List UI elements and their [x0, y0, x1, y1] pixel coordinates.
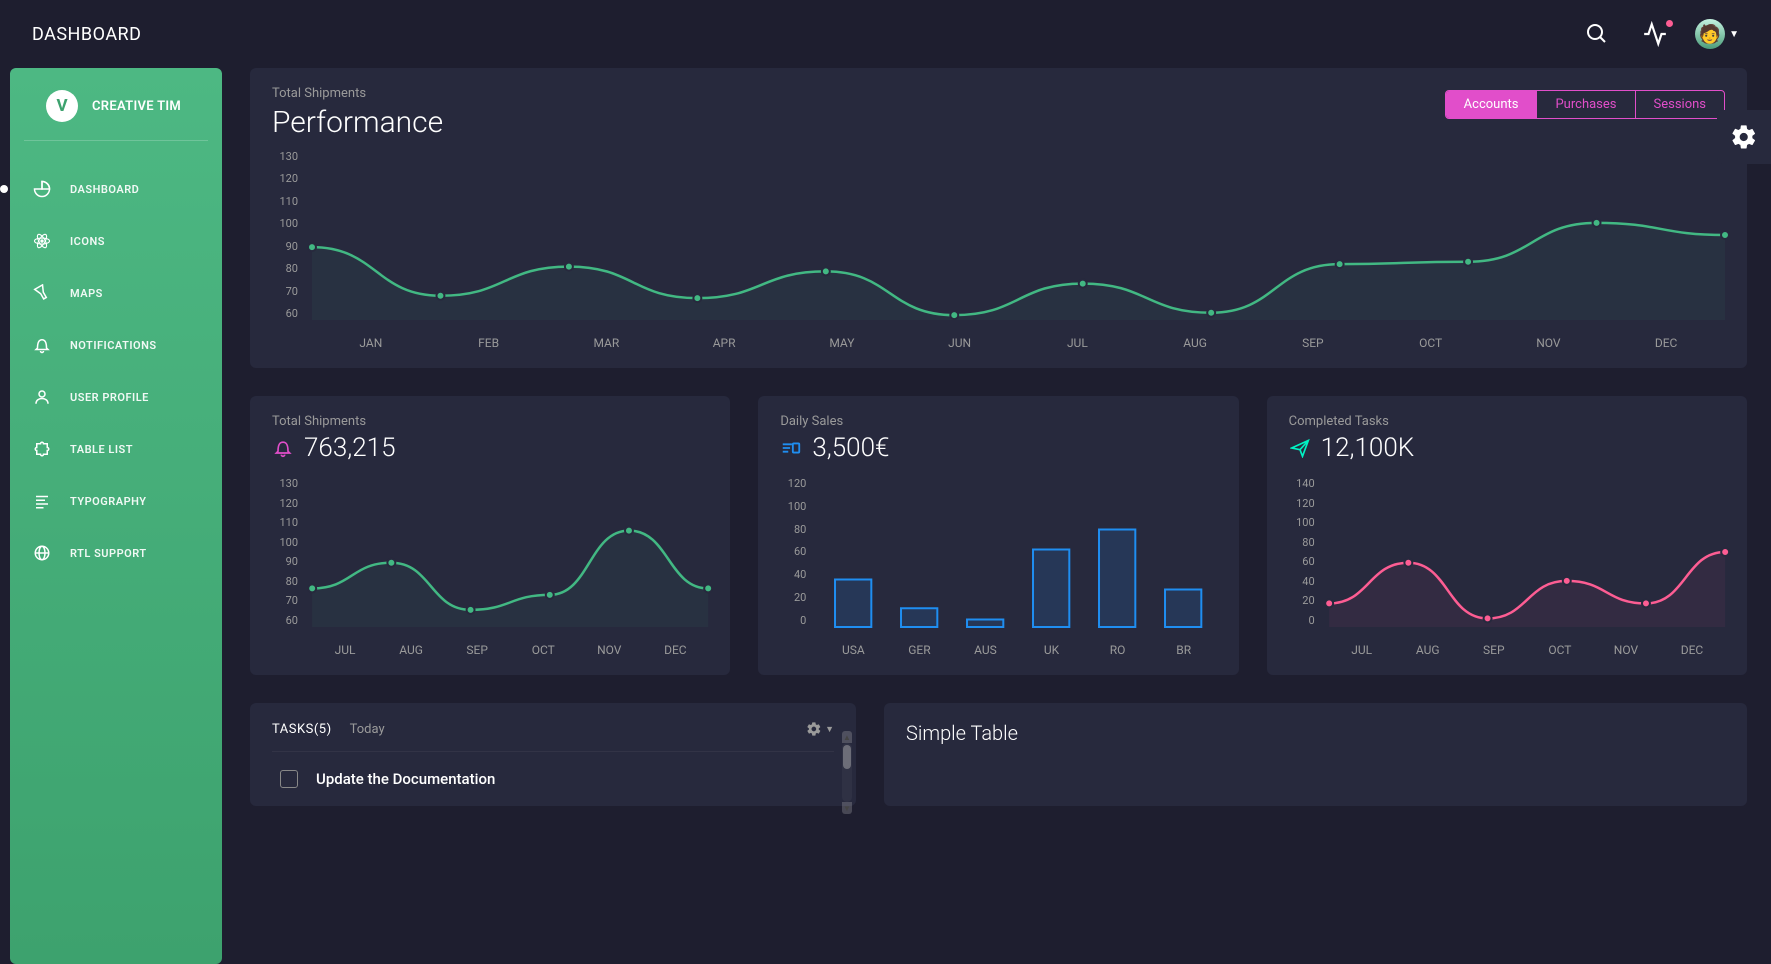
bell-icon [32, 335, 52, 355]
bell-icon [272, 437, 294, 459]
tab-sessions[interactable]: Sessions [1636, 91, 1725, 118]
scroll-down-button[interactable]: ▼ [842, 802, 852, 814]
sidebar-item-table-list[interactable]: TABLE LIST [10, 423, 222, 475]
atom-icon [32, 231, 52, 251]
completed-tasks-card: Completed Tasks 12,100K 1401201008060402… [1267, 396, 1747, 675]
avatar[interactable]: 🧑 [1695, 19, 1725, 49]
chart-tab-group: Accounts Purchases Sessions [1445, 90, 1725, 119]
shipments-card: Total Shipments 763,215 1301201101009080… [250, 396, 730, 675]
scroll-up-button[interactable]: ▲ [842, 731, 852, 743]
sales-card: Daily Sales 3,500€ 120100806040200 USAGE… [758, 396, 1238, 675]
avatar-caret-icon[interactable]: ▼ [1729, 29, 1739, 40]
user-icon [32, 387, 52, 407]
sidebar-item-label: MAPS [70, 287, 103, 300]
align-icon [32, 491, 52, 511]
notification-dot [1666, 20, 1673, 27]
puzzle-icon [32, 439, 52, 459]
sidebar-item-rtl-support[interactable]: RTL SUPPORT [10, 527, 222, 579]
sidebar: V CREATIVE TIM DASHBOARD ICONS MAPS NOTI… [10, 68, 222, 964]
sidebar-item-label: TYPOGRAPHY [70, 495, 147, 508]
activity-icon[interactable] [1635, 14, 1675, 54]
tasks-header: TASKS(5) [272, 722, 332, 737]
tasks-settings-button[interactable]: ▼ [806, 721, 834, 737]
simple-table-header: Simple Table [906, 721, 1725, 745]
completed-tasks-value: 12,100K [1321, 433, 1415, 463]
sidebar-item-label: DASHBOARD [70, 183, 139, 196]
brand-logo: V [46, 90, 78, 122]
shipments-chart: 13012011010090807060 JULAUGSEPOCTNOVDEC [272, 477, 708, 657]
tab-accounts[interactable]: Accounts [1446, 91, 1538, 118]
sidebar-item-dashboard[interactable]: DASHBOARD [10, 163, 222, 215]
sales-chart: 120100806040200 USAGERAUSUKROBR [780, 477, 1216, 657]
completed-tasks-subtitle: Completed Tasks [1289, 414, 1725, 429]
sidebar-item-label: RTL SUPPORT [70, 547, 147, 560]
performance-card: Total Shipments Performance Accounts Pur… [250, 68, 1747, 368]
brand-name: CREATIVE TIM [92, 99, 181, 114]
task-row: Update the Documentation [272, 751, 834, 796]
sales-subtitle: Daily Sales [780, 414, 1216, 429]
sidebar-item-label: TABLE LIST [70, 443, 133, 456]
tasks-scrollbar[interactable]: ▲ ▼ [842, 743, 852, 802]
pin-icon [32, 283, 52, 303]
sidebar-item-user-profile[interactable]: USER PROFILE [10, 371, 222, 423]
tasks-card: TASKS(5) Today ▼ Update the Documentatio… [250, 703, 856, 806]
send-icon [1289, 437, 1311, 459]
task-title: Update the Documentation [316, 770, 495, 788]
page-title: DASHBOARD [32, 24, 141, 45]
pie-chart-icon [32, 179, 52, 199]
settings-button[interactable] [1717, 110, 1771, 164]
sidebar-item-label: NOTIFICATIONS [70, 339, 157, 352]
shipments-value: 763,215 [304, 433, 396, 463]
sidebar-item-icons[interactable]: ICONS [10, 215, 222, 267]
tab-purchases[interactable]: Purchases [1537, 91, 1635, 118]
sidebar-item-maps[interactable]: MAPS [10, 267, 222, 319]
completed-tasks-chart: 140120100806040200 JULAUGSEPOCTNOVDEC [1289, 477, 1725, 657]
delivery-icon [780, 437, 802, 459]
task-checkbox[interactable] [280, 770, 298, 788]
sidebar-item-notifications[interactable]: NOTIFICATIONS [10, 319, 222, 371]
sales-value: 3,500€ [812, 433, 889, 463]
globe-icon [32, 543, 52, 563]
search-icon[interactable] [1577, 14, 1617, 54]
sidebar-item-typography[interactable]: TYPOGRAPHY [10, 475, 222, 527]
sidebar-item-label: ICONS [70, 235, 105, 248]
sidebar-item-label: USER PROFILE [70, 391, 149, 404]
tasks-today: Today [350, 722, 385, 737]
performance-chart: 13012011010090807060 JANFEBMARAPRMAYJUNJ… [272, 150, 1725, 350]
scrollbar-thumb[interactable] [843, 745, 851, 769]
shipments-subtitle: Total Shipments [272, 414, 708, 429]
brand[interactable]: V CREATIVE TIM [24, 86, 208, 141]
simple-table-card: Simple Table [884, 703, 1747, 806]
